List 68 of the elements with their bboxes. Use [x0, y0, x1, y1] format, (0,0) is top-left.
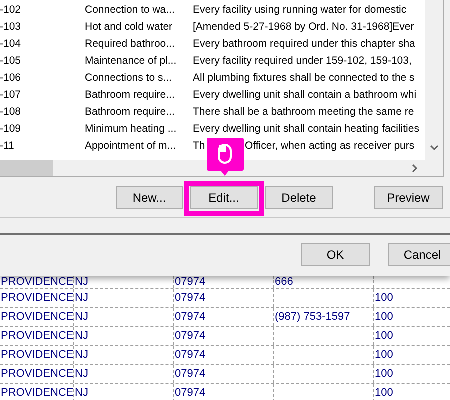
section-title: Connection to wa...	[85, 2, 176, 18]
table-cell: 100	[375, 368, 394, 380]
table-cell: 07974	[175, 387, 206, 399]
section-title: Appointment of m...	[85, 138, 178, 154]
section-title: Minimum heating ...	[85, 122, 178, 137]
section-text: All plumbing fixtures shall be connected to the s	[193, 70, 415, 86]
section-title: Bathroom require...	[85, 104, 176, 120]
section-text: Every facility using running water for domestic	[193, 2, 407, 18]
section-title: Required bathroo...	[85, 36, 176, 52]
action-button[interactable]: Preview	[374, 186, 443, 209]
section-text: Every dwelling unit shall contain a bathroom whi	[193, 88, 417, 103]
section-text: Th	[193, 138, 206, 154]
section-number: -102	[0, 2, 22, 18]
action-button[interactable]: Edit...	[190, 186, 258, 209]
table-cell: 07974	[175, 368, 206, 380]
section-text: Officer, when acting as receiver purs	[245, 138, 415, 154]
table-cell: 07974	[175, 276, 206, 288]
table-cell: NJ	[75, 276, 88, 288]
scroll-down-icon[interactable]	[430, 145, 439, 151]
vertical-scrollbar[interactable]	[425, 0, 443, 160]
table-cell: PROVIDENCE	[1, 292, 74, 304]
table-cell: 07974	[175, 292, 206, 304]
table-cell: PROVIDENCE	[1, 349, 74, 361]
section-number: -103	[0, 20, 22, 35]
dialog-button[interactable]: OK	[301, 243, 370, 266]
section-title: Maintenance of pl...	[85, 54, 178, 69]
table-cell: 100	[375, 349, 394, 361]
section-text: Every bathroom required under this chapter sha	[193, 36, 416, 52]
table-cell: 07974	[175, 311, 206, 323]
section-text: There shall be a bathroom meeting the same re	[193, 104, 414, 120]
table-cell: 100	[375, 387, 394, 399]
table-cell: PROVIDENCE	[1, 330, 74, 342]
action-button[interactable]: Delete	[265, 186, 333, 209]
scrollbar-thumb[interactable]	[0, 160, 53, 176]
scroll-right-icon[interactable]	[412, 164, 418, 173]
table-cell: PROVIDENCE	[1, 387, 74, 399]
section-text: [Amended 5-27-1968 by Ord. No. 31-1968]Ever	[193, 20, 414, 35]
action-button[interactable]: New...	[116, 186, 183, 209]
table-cell: NJ	[75, 387, 88, 399]
table-cell: NJ	[75, 349, 88, 361]
section-title: Bathroom require...	[85, 88, 176, 103]
section-number: -109	[0, 122, 22, 137]
table-cell: NJ	[75, 368, 88, 380]
section-title: Connections to s...	[85, 70, 173, 86]
table-cell: 07974	[175, 349, 206, 361]
table-cell: PROVIDENCE	[1, 311, 74, 323]
horizontal-scrollbar[interactable]	[0, 160, 443, 176]
dialog-button[interactable]: Cancel	[388, 243, 450, 266]
table-cell: 100	[375, 311, 394, 323]
table-cell: 666	[275, 276, 294, 288]
section-number: -108	[0, 104, 22, 120]
table-cell: PROVIDENCE	[1, 276, 74, 288]
section-number: -104	[0, 36, 22, 52]
section-text: Every dwelling unit shall contain heating facilities	[193, 122, 420, 137]
section-number: -105	[0, 54, 22, 69]
table-cell: NJ	[75, 292, 88, 304]
table-cell: (987) 753-1597	[275, 311, 350, 323]
table-cell: 100	[375, 330, 394, 342]
section-title: Hot and cold water	[85, 20, 174, 35]
section-text: Every facility required under 159-102, 159-103,	[193, 54, 412, 69]
table-cell: 100	[375, 292, 394, 304]
section-number: -106	[0, 70, 22, 86]
table-cell: PROVIDENCE	[1, 368, 74, 380]
table-cell: NJ	[75, 330, 88, 342]
table-cell: NJ	[75, 311, 88, 323]
table-cell: 07974	[175, 330, 206, 342]
section-number: -11	[0, 138, 16, 154]
section-number: -107	[0, 88, 22, 103]
